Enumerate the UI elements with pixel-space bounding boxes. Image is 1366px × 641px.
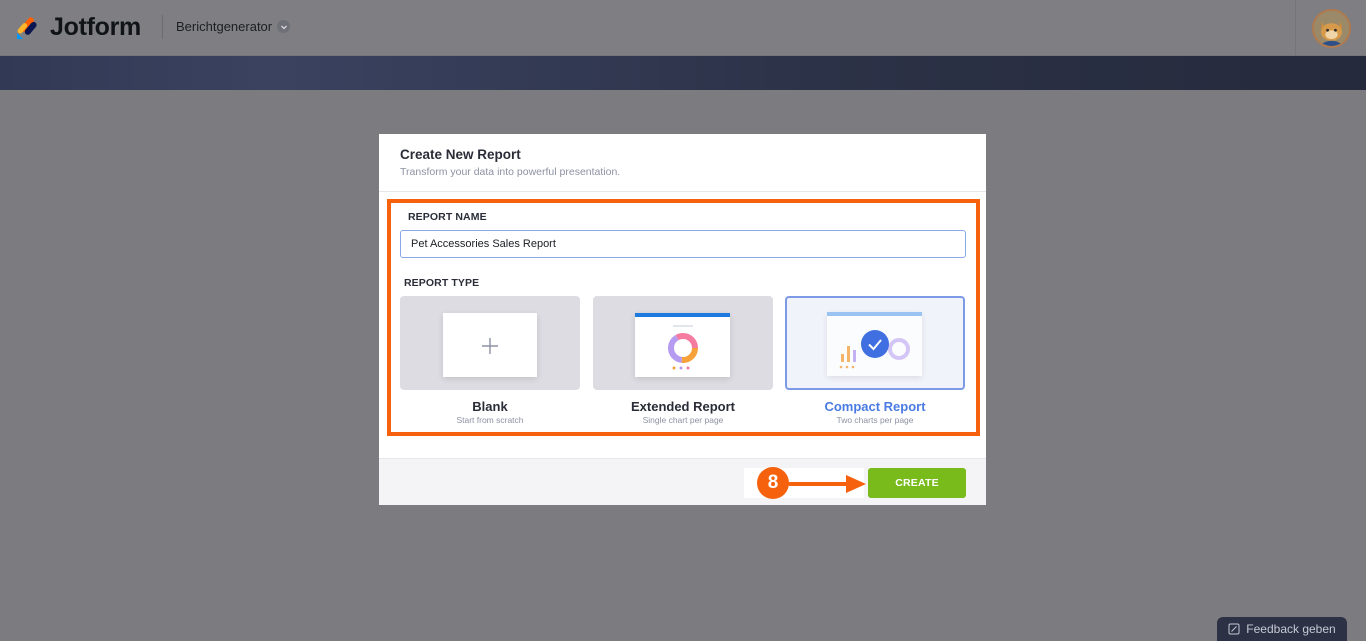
blank-subtitle: Start from scratch	[456, 415, 524, 425]
app-name: Berichtgenerator	[176, 19, 273, 34]
report-type-compact[interactable]	[785, 296, 965, 390]
avatar-cat-icon	[1314, 11, 1349, 46]
step-badge: 8	[757, 467, 789, 499]
feedback-label: Feedback geben	[1246, 622, 1336, 636]
logo-text: Jotform	[50, 13, 141, 41]
header-divider	[162, 15, 163, 39]
checkmark-icon	[861, 330, 889, 358]
blank-preview	[443, 313, 537, 377]
report-type-label: REPORT TYPE	[404, 277, 480, 289]
report-type-extended[interactable]	[593, 296, 773, 390]
feedback-tab[interactable]: Feedback geben	[1217, 617, 1347, 641]
edit-icon	[1228, 623, 1240, 635]
modal-subtitle: Transform your data into powerful presen…	[400, 166, 621, 178]
header-divider-right	[1295, 0, 1296, 56]
modal-footer: CREATE	[379, 458, 986, 505]
extended-subtitle: Single chart per page	[642, 415, 724, 425]
modal-title: Create New Report	[400, 147, 521, 162]
report-name-label: REPORT NAME	[408, 211, 487, 223]
compact-subtitle: Two charts per page	[836, 415, 914, 425]
user-avatar[interactable]	[1312, 9, 1351, 48]
chevron-down-icon	[277, 20, 291, 33]
sub-header-band	[0, 56, 1366, 90]
compact-title: Compact Report	[824, 399, 926, 414]
report-name-input[interactable]	[400, 230, 966, 258]
top-header: Jotform Berichtgenerator	[0, 0, 1366, 56]
plus-icon	[482, 338, 498, 354]
donut-chart-icon	[635, 313, 730, 370]
create-report-modal: Create New Report Transform your data in…	[379, 134, 986, 505]
report-type-blank[interactable]	[400, 296, 580, 390]
arrow-right-icon	[788, 475, 866, 493]
app-switcher[interactable]: Berichtgenerator	[176, 19, 291, 34]
create-button[interactable]: CREATE	[868, 468, 966, 498]
extended-preview	[635, 313, 730, 377]
jotform-logo[interactable]: Jotform	[15, 13, 141, 42]
blank-title: Blank	[472, 399, 508, 414]
extended-title: Extended Report	[630, 399, 735, 414]
modal-header: Create New Report Transform your data in…	[379, 134, 986, 192]
jotform-logo-icon	[17, 16, 37, 39]
